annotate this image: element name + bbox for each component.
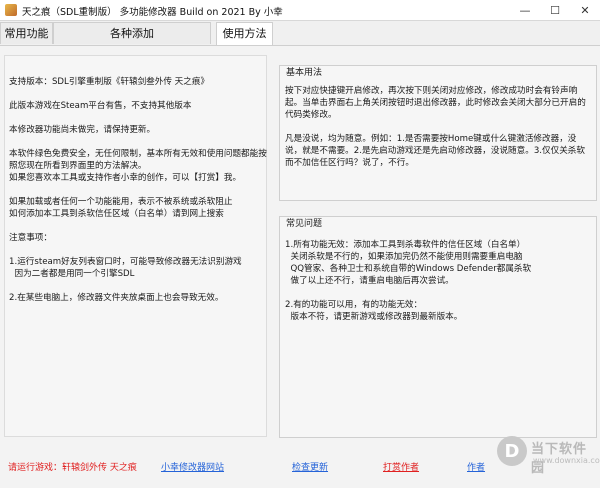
faq-title: 常见问题 (286, 219, 323, 229)
basic-usage-body: 按下对应快捷键开启修改，再次按下则关闭对应修改，修改成功时会有铃声响起。当单击界… (285, 85, 591, 169)
support-info-text: 支持版本：SDL引擎重制版《轩辕剑叁外传 天之痕》 此版本游戏在Steam平台有… (9, 76, 267, 304)
faq-paragraph-2: 2.有的功能可以用，有的功能无效： 版本不符，请更新游戏或修改器到最新版本。 (285, 300, 463, 322)
title-bar: 天之痕（SDL重制版） 多功能修改器 Build on 2021 By 小幸 —… (0, 0, 600, 21)
close-button[interactable]: ✕ (570, 0, 600, 20)
tab-content: 支持版本：SDL引擎重制版《轩辕剑叁外传 天之痕》 此版本游戏在Steam平台有… (0, 45, 600, 488)
faq-group: 常见问题 1.所有功能无效：添加本工具到杀毒软件的信任区域（白名单） 关闭杀软是… (279, 216, 597, 438)
author-link[interactable]: 作者 (467, 460, 485, 473)
basic-usage-group: 基本用法 按下对应快捷键开启修改，再次按下则关闭对应修改，修改成功时会有铃声响起… (279, 65, 597, 201)
note-steam-friends: 1.运行steam好友列表窗口时，可能导致修改器无法识别游戏 因为二者都是用同一… (9, 257, 242, 279)
faq-body: 1.所有功能无效：添加本工具到杀毒软件的信任区域（白名单） 关闭杀软是不行的，如… (285, 239, 591, 323)
note-desktop-folder: 2.在某些电脑上，修改器文件夹放桌面上也会导致无效。 (9, 293, 224, 303)
update-note: 本修改器功能尚未做完，请保持更新。 (9, 125, 156, 135)
whitelist-note: 如果加载或者任何一个功能能用，表示不被系统或杀软阻止 如何添加本工具到杀软信任区… (9, 197, 233, 219)
free-software-note: 本软件绿色免费安全，无任何限制，基本所有无效和使用问题都能按照您现在所看到界面里… (9, 149, 267, 183)
check-update-link[interactable]: 检查更新 (292, 460, 328, 473)
donate-link[interactable]: 打赏作者 (383, 460, 419, 473)
watermark: D 当下软件园 www.downxia.com (497, 434, 600, 476)
tab-usage[interactable]: 使用方法 (216, 22, 273, 46)
tab-bar: 常用功能 各种添加 使用方法 (0, 22, 600, 46)
basic-usage-paragraph-2: 凡是没说，均为随意。例如：1.是否需要按Home键或什么键激活修改器，没说，就是… (285, 134, 585, 168)
platform-note: 此版本游戏在Steam平台有售，不支持其他版本 (9, 101, 192, 111)
website-link[interactable]: 小幸修改器网站 (161, 460, 224, 473)
watermark-logo-icon: D (497, 436, 527, 466)
supported-version: 支持版本：SDL引擎重制版《轩辕剑叁外传 天之痕》 (9, 77, 210, 87)
maximize-button[interactable]: ☐ (540, 0, 570, 20)
tab-various-add[interactable]: 各种添加 (53, 22, 211, 44)
app-icon (5, 4, 17, 16)
window-title: 天之痕（SDL重制版） 多功能修改器 Build on 2021 By 小幸 (22, 7, 283, 18)
support-info-panel[interactable]: 支持版本：SDL引擎重制版《轩辕剑叁外传 天之痕》 此版本游戏在Steam平台有… (4, 55, 267, 437)
basic-usage-title: 基本用法 (286, 68, 323, 78)
notes-heading: 注意事项： (9, 233, 52, 243)
minimize-button[interactable]: — (510, 0, 540, 20)
tab-common-functions[interactable]: 常用功能 (0, 22, 53, 44)
watermark-url: www.downxia.com (533, 456, 600, 465)
faq-paragraph-1: 1.所有功能无效：添加本工具到杀毒软件的信任区域（白名单） 关闭杀软是不行的，如… (285, 240, 532, 286)
window-controls: — ☐ ✕ (510, 0, 600, 20)
basic-usage-paragraph-1: 按下对应快捷键开启修改，再次按下则关闭对应修改，修改成功时会有铃声响起。当单击界… (285, 86, 586, 120)
running-game-status: 请运行游戏：轩辕剑外传 天之痕 (8, 463, 137, 473)
